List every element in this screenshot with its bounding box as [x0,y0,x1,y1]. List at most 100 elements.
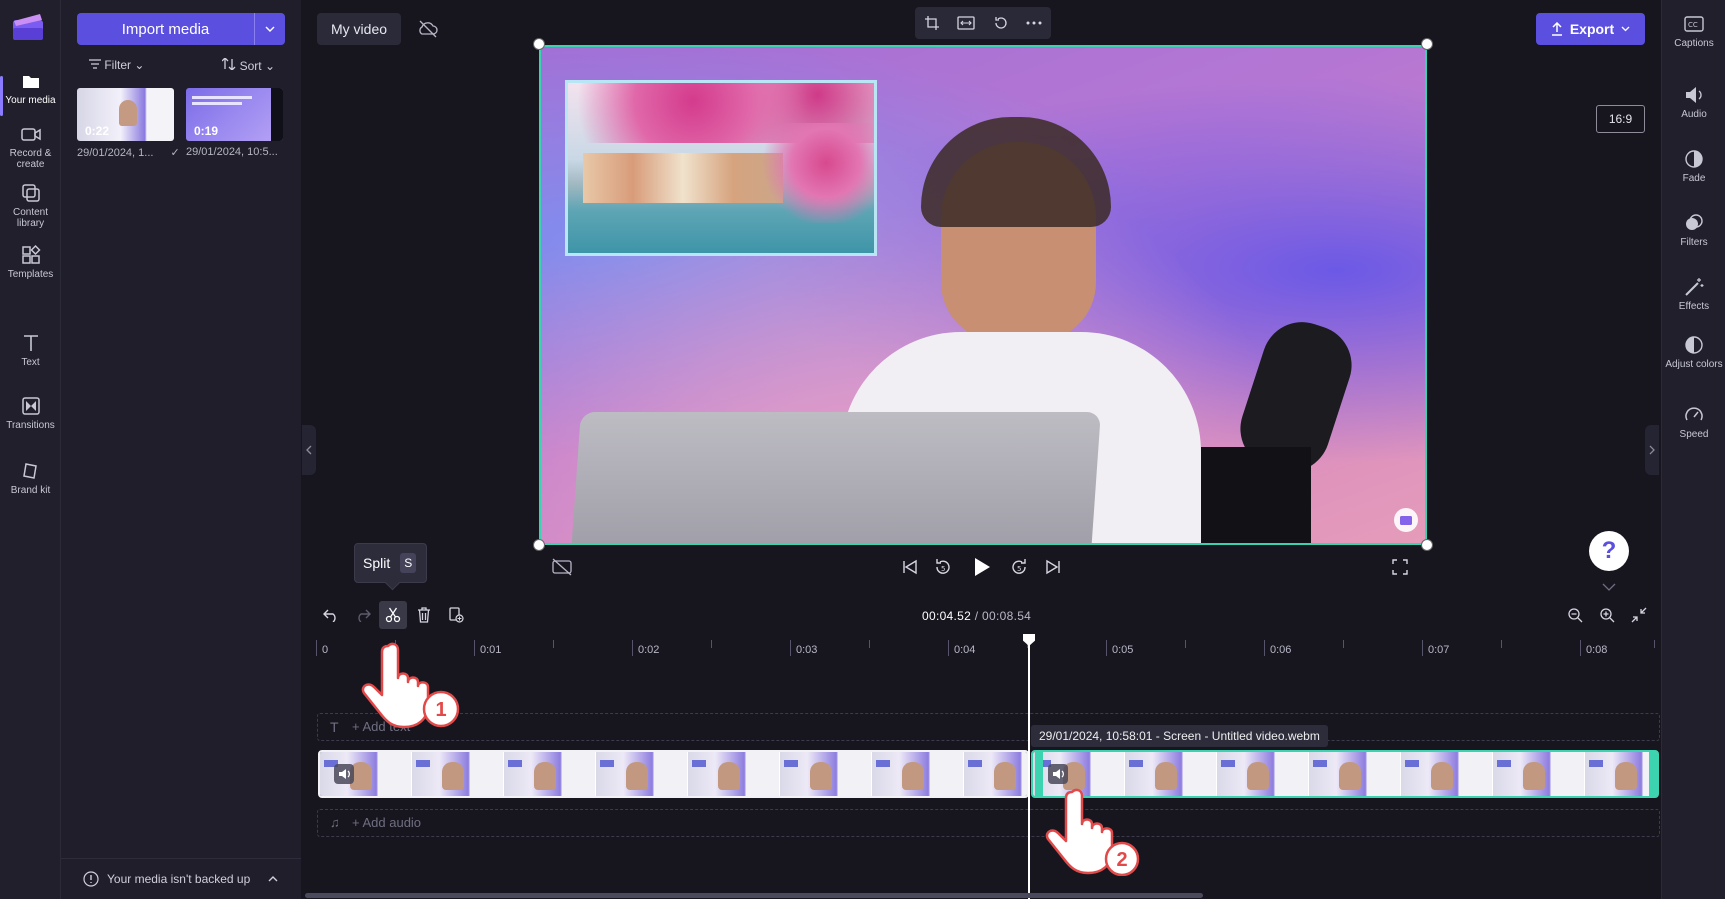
thumbnail-person [119,100,137,126]
clip-frame [1309,752,1401,796]
chevron-up-icon[interactable] [268,876,278,882]
zoom-out-button[interactable] [1561,601,1589,629]
checkmark-icon: ✓ [170,147,180,159]
total-time: / 00:08.54 [974,609,1032,623]
import-media-button[interactable]: Import media [77,13,285,45]
microphone-stand [1201,447,1311,543]
video-preview-canvas[interactable] [539,45,1427,545]
backup-status-bar[interactable]: Your media isn't backed up [61,858,301,899]
rail-item-record-create[interactable]: Record & create [0,123,61,170]
help-button[interactable]: ? [1589,531,1629,571]
aspect-ratio-button[interactable]: 16:9 [1596,105,1645,133]
import-dropdown-button[interactable] [254,13,285,45]
timeline-scrollbar[interactable] [305,893,1203,898]
zoom-in-button[interactable] [1593,601,1621,629]
cloud-off-icon[interactable] [416,18,440,40]
rewind-5-icon[interactable]: 5 [930,555,956,579]
add-audio-track[interactable]: ♫ + Add audio [317,809,1660,837]
media-item-label: 29/01/2024, 10:5... [186,146,278,158]
backup-text: Your media isn't backed up [107,872,251,886]
clip-frame [596,752,688,796]
collapse-arrows-icon [1631,607,1647,623]
thumbnail-text-line [192,102,242,105]
skip-back-icon[interactable] [896,555,922,579]
undo-icon [323,609,336,622]
rotate-icon[interactable] [993,15,1009,31]
delete-button[interactable] [410,601,438,629]
export-button[interactable]: Export [1536,13,1645,45]
fit-icon[interactable] [957,16,975,30]
hide-preview-icon[interactable] [549,555,575,579]
svg-text:CC: CC [1688,21,1698,29]
rail-item-text[interactable]: Text [0,332,61,368]
rail-item-effects[interactable]: Effects [1662,276,1725,312]
step-number: 2 [1116,849,1127,871]
export-label: Export [1569,21,1615,37]
playhead-line[interactable] [1028,636,1030,899]
video-clip-left[interactable] [318,750,1029,798]
fullscreen-icon[interactable] [1387,555,1413,579]
crop-icon[interactable] [924,15,940,31]
filters-icon [1686,214,1703,230]
duplicate-button[interactable] [442,601,470,629]
hand-pointer-icon: 2 [1045,788,1140,877]
add-text-track[interactable]: T + Add text [317,713,1660,741]
ruler-tick [1580,640,1581,656]
clip-frame [964,752,1027,796]
rail-item-fade[interactable]: Fade [1662,148,1725,184]
rail-item-transitions[interactable]: Transitions [0,395,61,431]
skip-forward-icon[interactable] [1041,555,1067,579]
add-audio-label: + Add audio [352,815,422,830]
fit-timeline-button[interactable] [1625,601,1653,629]
forward-5-icon[interactable]: 5 [1006,555,1032,579]
clip-trim-handle-right[interactable] [1649,752,1657,796]
resize-handle-bottom-left[interactable] [533,539,545,551]
info-icon [83,871,99,887]
overlay-image-clip[interactable] [565,80,877,256]
filter-button[interactable]: Filter ⌄ [89,58,144,72]
redo-button[interactable] [349,601,377,629]
rail-item-captions[interactable]: CC Captions [1662,13,1725,49]
split-button[interactable] [379,601,407,629]
resize-handle-bottom-right[interactable] [1421,539,1433,551]
clip-audio-icon[interactable] [1048,764,1068,784]
rail-item-adjust-colors[interactable]: Adjust colors [1662,334,1725,370]
hand-pointer-icon: 1 [361,642,460,729]
ruler-tick [1501,640,1502,648]
media-thumbnail[interactable]: 0:22 [77,88,174,141]
music-note-icon: ♫ [330,815,340,830]
clip-audio-icon[interactable] [334,764,354,784]
resize-handle-top-right[interactable] [1421,38,1433,50]
clipchamp-logo [13,14,43,40]
play-icon[interactable] [968,555,994,579]
more-options-icon[interactable] [1026,21,1042,25]
ruler-label: 0:01 [480,644,502,656]
resize-handle-top-left[interactable] [533,38,545,50]
rail-item-label: Captions [1674,38,1714,49]
sort-button[interactable]: Sort ⌄ [221,57,275,73]
collapse-properties-panel-handle[interactable] [1645,425,1659,475]
chevron-down-icon[interactable] [1602,583,1616,591]
thumbnail-text-line [192,96,252,99]
clip-frame [1585,752,1657,796]
undo-button[interactable] [317,601,345,629]
rail-item-brand-kit[interactable]: Brand kit [0,460,61,496]
project-title[interactable]: My video [317,13,402,45]
timeline-ruler[interactable]: 0 0:01 0:02 0:03 0:04 0:05 0:06 0:07 0:0… [316,636,1656,656]
clip-frame [780,752,872,796]
media-thumbnail[interactable]: 0:19 [186,88,283,141]
rail-item-your-media[interactable]: Your media [0,70,61,116]
rail-item-label: Effects [1678,301,1710,312]
rail-item-audio[interactable]: Audio [1662,84,1725,120]
rail-item-label: Audio [1681,109,1707,120]
brand-icon [22,463,37,479]
media-duration: 0:22 [85,124,110,138]
rail-item-speed[interactable]: Speed [1662,404,1725,440]
collapse-media-panel-handle[interactable] [302,425,316,475]
clip-trim-handle-left[interactable] [1035,752,1043,796]
templates-icon [21,244,41,264]
rail-item-filters[interactable]: Filters [1662,212,1725,248]
rail-item-content-library[interactable]: Content library [0,182,61,229]
upload-icon [1551,22,1562,36]
rail-item-templates[interactable]: Templates [0,244,61,280]
